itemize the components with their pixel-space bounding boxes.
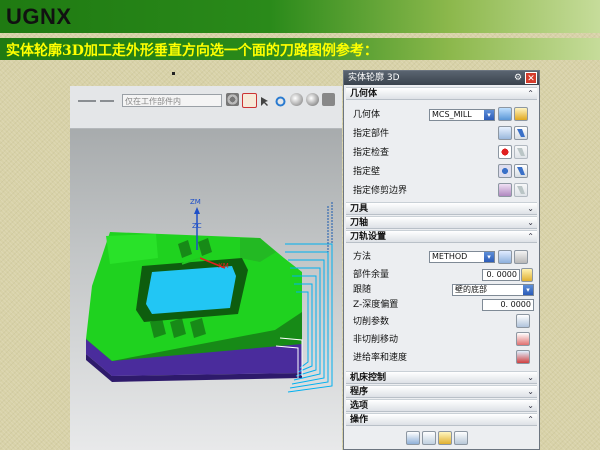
dialog-title: 实体轮廓 3D xyxy=(348,73,400,83)
flashlight-glyph-icon xyxy=(517,186,525,194)
slide-title-bar: UGNX xyxy=(0,0,600,33)
geometry-label: 几何体 xyxy=(353,110,381,120)
cut-params-icon[interactable] xyxy=(516,314,530,328)
edit-method-icon[interactable] xyxy=(514,250,528,264)
close-icon[interactable]: ✕ xyxy=(525,72,537,84)
non-cut-label: 非切削移动 xyxy=(353,335,399,345)
section-geometry-label: 几何体 xyxy=(350,89,378,99)
chevron-down-icon[interactable]: ⌄ xyxy=(527,203,534,215)
stock-input[interactable]: 0. 0000 xyxy=(482,269,520,281)
specify-check-icon[interactable] xyxy=(498,145,512,159)
confirm-icon[interactable] xyxy=(438,431,452,445)
zdepth-label: Z-深度偏置 xyxy=(353,300,399,310)
dropdown-arrow-icon: ▾ xyxy=(523,285,533,295)
slide-title: UGNX xyxy=(6,4,72,29)
section-program-header[interactable]: 程序 ⌄ xyxy=(346,385,537,398)
specify-part-label: 指定部件 xyxy=(353,129,390,139)
settings-gear-icon[interactable]: ⚙ xyxy=(513,73,523,83)
section-program-label: 程序 xyxy=(350,387,369,397)
chevron-down-icon[interactable]: ⌄ xyxy=(527,400,534,412)
section-actions-label: 操作 xyxy=(350,415,369,425)
chevron-up-icon[interactable]: ⌃ xyxy=(527,88,534,100)
flashlight-glyph-icon xyxy=(517,148,525,156)
section-axis-label: 刀轴 xyxy=(350,218,369,228)
geometry-select-value: MCS_MILL xyxy=(432,110,472,119)
specify-part-icon[interactable] xyxy=(498,126,512,140)
list-icon[interactable] xyxy=(454,431,468,445)
zc-label: ZC xyxy=(192,222,202,230)
slide-subtitle-bar: 实体轮廓3D加工走外形垂直方向选一个面的刀路图例参考： xyxy=(0,38,600,60)
zm-label: ZM xyxy=(190,198,201,206)
operation-dialog: 实体轮廓 3D ⚙ ✕ 几何体 ⌃ 几何体 MCS_MILL ▾ 指定部件 指定… xyxy=(343,70,540,450)
pocket-floor xyxy=(146,266,236,314)
dot-marker xyxy=(172,72,175,75)
specify-check-label: 指定检查 xyxy=(353,148,390,158)
non-cut-icon[interactable] xyxy=(516,332,530,346)
lock-icon[interactable] xyxy=(521,268,533,282)
method-select-value: METHOD xyxy=(432,252,468,261)
section-machine-label: 机床控制 xyxy=(350,373,387,383)
replay-icon[interactable] xyxy=(422,431,436,445)
feeds-label: 进给率和速度 xyxy=(353,353,408,363)
stock-label: 部件余量 xyxy=(353,270,390,280)
cut-params-label: 切削参数 xyxy=(353,317,390,327)
feeds-speeds-icon[interactable] xyxy=(516,350,530,364)
chevron-up-icon[interactable]: ⌃ xyxy=(527,231,534,243)
dropdown-arrow-icon: ▾ xyxy=(484,252,494,262)
new-method-icon[interactable] xyxy=(498,250,512,264)
specify-trim-label: 指定修剪边界 xyxy=(353,186,408,196)
follow-select[interactable]: 壁的底部 ▾ xyxy=(452,284,534,296)
display-part-flashlight-icon[interactable] xyxy=(514,126,528,140)
chevron-down-icon[interactable]: ⌄ xyxy=(527,372,534,384)
section-geometry-header[interactable]: 几何体 ⌃ xyxy=(346,87,537,100)
section-options-label: 选项 xyxy=(350,401,369,411)
zm-axis-arrow xyxy=(194,207,200,214)
method-select[interactable]: METHOD ▾ xyxy=(429,251,495,263)
chevron-up-icon[interactable]: ⌃ xyxy=(527,414,534,426)
flashlight-glyph-icon xyxy=(517,167,525,175)
flashlight-glyph-icon xyxy=(517,129,525,137)
chevron-down-icon[interactable]: ⌄ xyxy=(527,386,534,398)
specify-trim-icon[interactable] xyxy=(498,183,512,197)
part-model-canvas xyxy=(86,202,333,393)
geometry-select[interactable]: MCS_MILL ▾ xyxy=(429,109,495,121)
specify-wall-label: 指定壁 xyxy=(353,167,381,177)
dialog-titlebar[interactable]: 实体轮廓 3D ⚙ ✕ xyxy=(344,71,539,85)
section-tool-header[interactable]: 刀具 ⌄ xyxy=(346,202,537,215)
follow-label: 跟随 xyxy=(353,285,372,295)
section-tool-label: 刀具 xyxy=(350,204,369,214)
xm-label: XM xyxy=(218,262,229,270)
display-check-flashlight-icon[interactable] xyxy=(514,145,528,159)
follow-select-value: 壁的底部 xyxy=(455,285,487,294)
graphics-viewport[interactable]: 仅在工作部件内 ZM ZC XM xyxy=(70,86,342,450)
section-axis-header[interactable]: 刀轴 ⌄ xyxy=(346,216,537,229)
section-path-label: 刀轨设置 xyxy=(350,232,387,242)
zdepth-input[interactable]: 0. 0000 xyxy=(482,299,534,311)
section-actions-header[interactable]: 操作 ⌃ xyxy=(346,413,537,426)
dropdown-arrow-icon: ▾ xyxy=(484,110,494,120)
actions-toolbar xyxy=(406,431,486,447)
specify-wall-icon[interactable] xyxy=(498,164,512,178)
section-machine-header[interactable]: 机床控制 ⌄ xyxy=(346,371,537,384)
new-geometry-icon[interactable] xyxy=(498,107,512,121)
chevron-down-icon[interactable]: ⌄ xyxy=(527,217,534,229)
section-path-header[interactable]: 刀轨设置 ⌃ xyxy=(346,230,537,243)
slide-subtitle: 实体轮廓3D加工走外形垂直方向选一个面的刀路图例参考： xyxy=(6,43,378,59)
generate-icon[interactable] xyxy=(406,431,420,445)
method-label: 方法 xyxy=(353,252,372,262)
edit-geometry-icon[interactable] xyxy=(514,107,528,121)
display-wall-flashlight-icon[interactable] xyxy=(514,164,528,178)
display-trim-flashlight-icon[interactable] xyxy=(514,183,528,197)
section-options-header[interactable]: 选项 ⌄ xyxy=(346,399,537,412)
